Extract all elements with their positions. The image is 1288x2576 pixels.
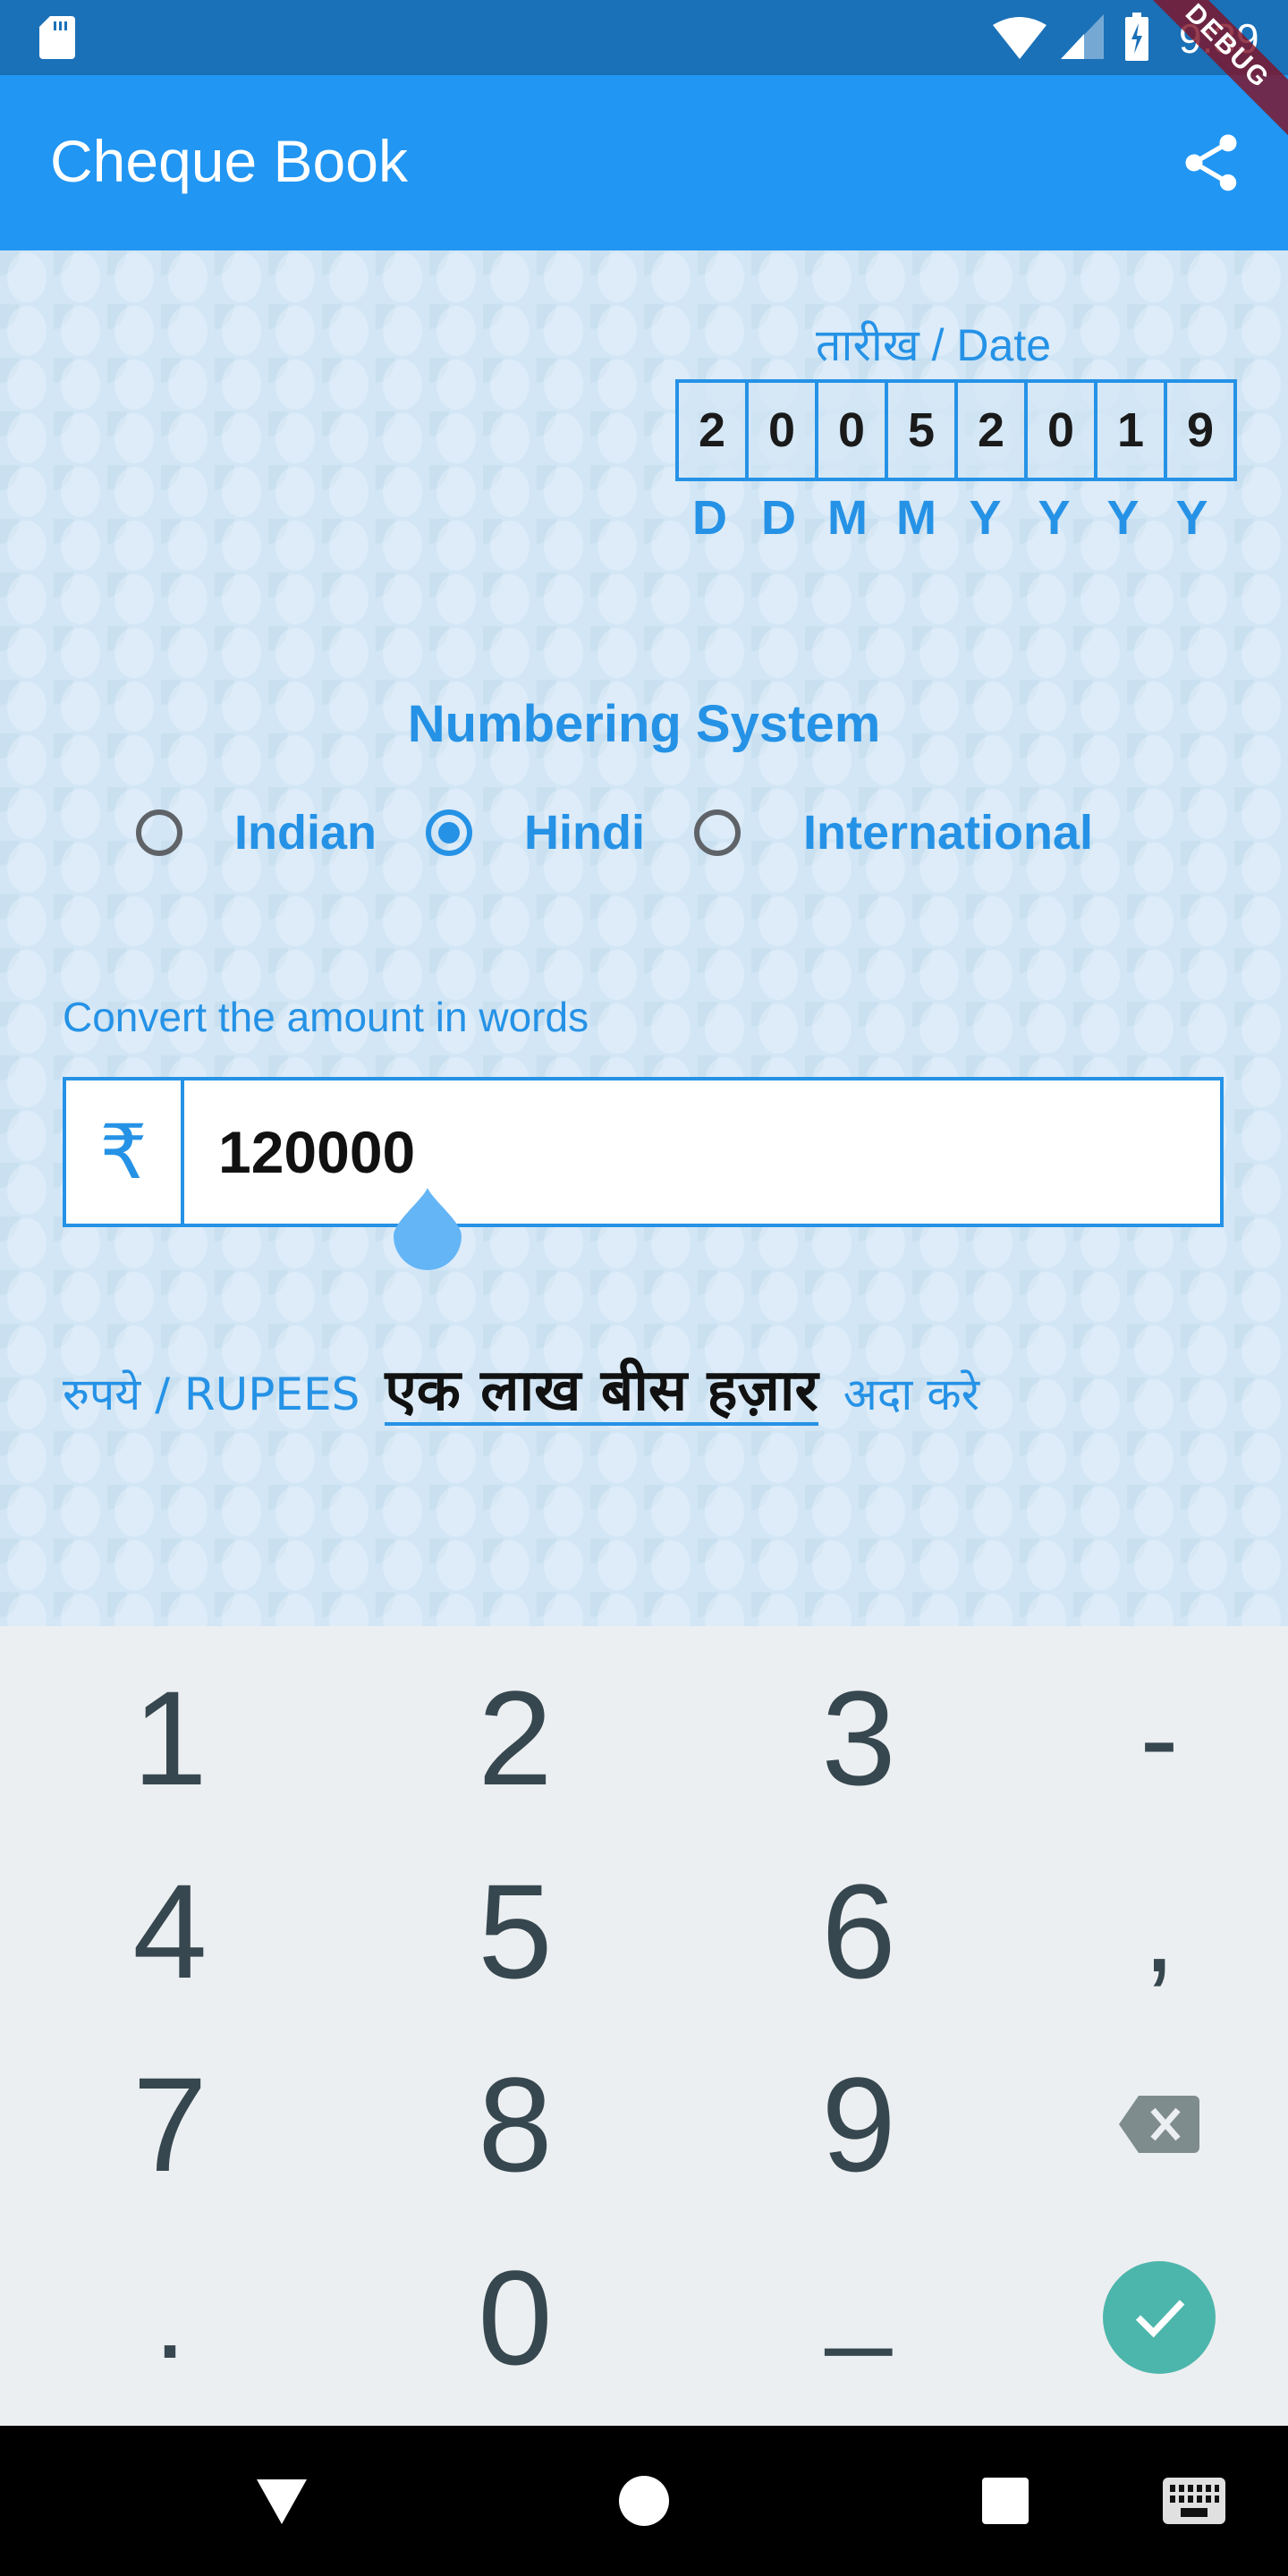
radio-indian[interactable]: Indian bbox=[136, 801, 377, 864]
radio-label[interactable]: Hindi bbox=[524, 805, 645, 860]
date-digit[interactable]: 2 bbox=[679, 383, 749, 478]
date-digit[interactable]: 0 bbox=[1028, 383, 1097, 478]
key-minus[interactable]: - bbox=[1025, 1644, 1288, 1832]
keyboard-switch-icon bbox=[1163, 2478, 1225, 2524]
amount-field[interactable]: ₹ bbox=[63, 1077, 1224, 1227]
words-suffix: अदा करे bbox=[843, 1368, 980, 1420]
numbering-system-title: Numbering System bbox=[407, 695, 881, 753]
date-digit[interactable]: 9 bbox=[1167, 383, 1233, 478]
date-label: तारीख / Date bbox=[816, 320, 1052, 370]
system-nav-bar bbox=[0, 2426, 1288, 2576]
date-format-char: Y bbox=[1038, 491, 1071, 545]
sd-card-icon bbox=[39, 16, 75, 59]
app-bar: Cheque Book bbox=[0, 75, 1288, 250]
date-input[interactable]: 2 0 0 5 2 0 1 9 bbox=[675, 379, 1237, 481]
nav-keyboard-switch-button[interactable] bbox=[1154, 2426, 1234, 2576]
share-button[interactable] bbox=[1177, 129, 1245, 197]
backspace-key[interactable] bbox=[1025, 2030, 1288, 2218]
key-2[interactable]: 2 bbox=[381, 1644, 649, 1832]
signal-icon bbox=[1061, 14, 1104, 59]
date-digit[interactable]: 0 bbox=[818, 383, 888, 478]
nav-home-button[interactable] bbox=[608, 2426, 680, 2576]
key-6[interactable]: 6 bbox=[724, 1837, 993, 2025]
text-cursor-handle[interactable] bbox=[394, 1188, 462, 1270]
key-7[interactable]: 7 bbox=[36, 2030, 304, 2218]
date-format-char: Y bbox=[1175, 491, 1208, 545]
date-format-char: D bbox=[692, 491, 727, 545]
app-title: Cheque Book bbox=[50, 128, 408, 194]
numeric-keyboard: 1 2 3 - 4 5 6 , 7 8 9 . 0 _ bbox=[0, 1626, 1288, 2426]
date-format-hint: D D M M Y Y Y Y bbox=[675, 490, 1226, 546]
date-digit[interactable]: 2 bbox=[958, 383, 1028, 478]
home-icon bbox=[619, 2476, 669, 2526]
date-digit[interactable]: 1 bbox=[1097, 383, 1167, 478]
date-digit[interactable]: 5 bbox=[888, 383, 958, 478]
nav-back-button[interactable] bbox=[242, 2426, 322, 2576]
radio-international[interactable]: International bbox=[694, 801, 1093, 864]
date-format-char: M bbox=[896, 491, 936, 545]
radio-button-unchecked[interactable] bbox=[694, 809, 741, 856]
back-icon bbox=[257, 2479, 307, 2524]
battery-charging-icon bbox=[1125, 13, 1148, 61]
date-format-char: Y bbox=[969, 491, 1002, 545]
key-1[interactable]: 1 bbox=[36, 1644, 304, 1832]
words-prefix: रुपये / RUPEES bbox=[63, 1368, 360, 1420]
radio-label[interactable]: Indian bbox=[234, 805, 377, 860]
amount-input[interactable] bbox=[184, 1080, 1220, 1224]
key-underscore[interactable]: _ bbox=[724, 2199, 993, 2386]
rupee-icon: ₹ bbox=[66, 1080, 184, 1224]
words-value: एक लाख बीस हज़ार bbox=[385, 1360, 818, 1427]
recents-icon bbox=[982, 2478, 1029, 2524]
key-4[interactable]: 4 bbox=[36, 1837, 304, 2025]
share-icon bbox=[1185, 134, 1237, 191]
key-period[interactable]: . bbox=[36, 2224, 304, 2411]
radio-hindi[interactable]: Hindi bbox=[426, 801, 645, 864]
nav-recents-button[interactable] bbox=[970, 2426, 1041, 2576]
done-button[interactable] bbox=[1103, 2261, 1216, 2374]
wifi-icon bbox=[993, 17, 1046, 59]
radio-button-unchecked[interactable] bbox=[136, 809, 182, 856]
key-3[interactable]: 3 bbox=[724, 1644, 993, 1832]
date-format-char: D bbox=[761, 491, 796, 545]
date-format-char: M bbox=[827, 491, 868, 545]
date-digit[interactable]: 0 bbox=[749, 383, 818, 478]
key-8[interactable]: 8 bbox=[381, 2030, 649, 2218]
key-0[interactable]: 0 bbox=[381, 2224, 649, 2411]
backspace-icon bbox=[1119, 2096, 1199, 2153]
radio-label[interactable]: International bbox=[803, 805, 1093, 860]
amount-caption: Convert the amount in words bbox=[63, 994, 589, 1040]
amount-in-words: रुपये / RUPEES एक लाख बीस हज़ार अदा करे bbox=[63, 1360, 980, 1427]
key-comma[interactable]: , bbox=[1025, 1837, 1288, 2025]
key-5[interactable]: 5 bbox=[381, 1837, 649, 2025]
check-icon bbox=[1135, 2300, 1185, 2338]
key-9[interactable]: 9 bbox=[724, 2030, 993, 2218]
done-key[interactable] bbox=[1025, 2224, 1288, 2411]
radio-button-checked[interactable] bbox=[426, 809, 472, 856]
date-format-char: Y bbox=[1106, 491, 1140, 545]
status-bar: 9:39 bbox=[0, 0, 1288, 75]
